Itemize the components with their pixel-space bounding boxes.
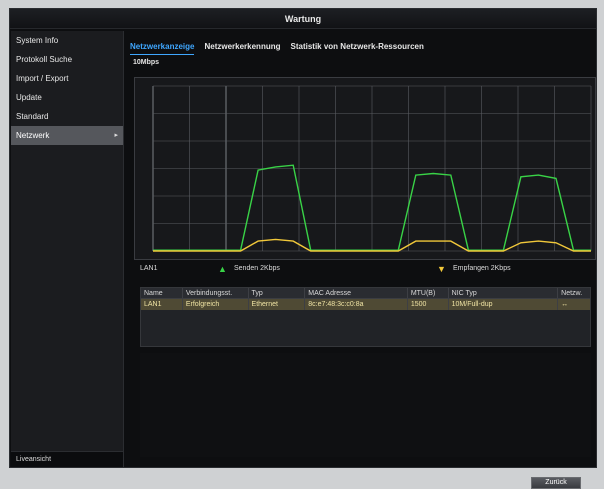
nic-table: Name Verbindungsst. Typ MAC Adresse MTU(… [140,287,591,347]
live-view-button[interactable]: Liveansicht [11,451,123,467]
sidebar: System Info Protokoll Suche Import / Exp… [11,31,124,467]
column-header-mtu: MTU(B) [408,288,449,298]
sidebar-item-label: Netzwerk [16,131,50,140]
sidebar-item-system-info[interactable]: System Info [11,31,123,50]
main-panel: Netzwerkanzeige Netzwerkerkennung Statis… [128,31,596,489]
column-header-name: Name [141,288,183,298]
table-header: Name Verbindungsst. Typ MAC Adresse MTU(… [141,288,590,299]
column-header-mac: MAC Adresse [305,288,408,298]
tab-network-detection[interactable]: Netzwerkerkennung [204,39,280,55]
cell-network-icon[interactable]: ↔ [558,299,590,310]
cell-nic-type: 10M/Full-dup [449,299,559,310]
cell-mtu: 1500 [408,299,449,310]
chevron-right-icon: ▸ [114,132,118,139]
window-title: Wartung [10,9,596,29]
cell-name: LAN1 [141,299,183,310]
upload-arrow-icon: ▲ [218,264,227,274]
received-rate-label: Empfangen 2Kbps [453,265,511,272]
traffic-chart [134,77,596,260]
column-header-type: Typ [249,288,306,298]
traffic-legend: LAN1 ▲ Senden 2Kbps ▼ Empfangen 2Kbps [140,264,590,277]
sidebar-item-network[interactable]: Netzwerk ▸ [11,126,123,145]
sidebar-item-import-export[interactable]: Import / Export [11,69,123,88]
tab-network-resource-stats[interactable]: Statistik von Netzwerk-Ressourcen [291,39,424,55]
sidebar-item-update[interactable]: Update [11,88,123,107]
column-header-network: Netzw. [561,290,583,297]
cell-type: Ethernet [249,299,306,310]
maintenance-window: Wartung System Info Protokoll Suche Impo… [9,8,597,489]
table-row[interactable]: LAN1 Erfolgreich Ethernet 8c:e7:48:3c:c0… [141,299,590,310]
column-header-status: Verbindungsst. [183,288,249,298]
back-button[interactable]: Zurück [531,477,581,489]
sent-rate-label: Senden 2Kbps [234,265,280,272]
sidebar-item-log-search[interactable]: Protokoll Suche [11,50,123,69]
tab-bar: Netzwerkanzeige Netzwerkerkennung Statis… [130,39,424,55]
empty-panel-area [140,353,591,457]
interface-label: LAN1 [140,265,158,272]
cell-status: Erfolgreich [183,299,249,310]
download-arrow-icon: ▼ [437,264,446,274]
rate-scale-label: 10Mbps [133,59,160,66]
traffic-chart-svg [152,85,592,252]
cell-mac: 8c:e7:48:3c:c0:8a [305,299,408,310]
column-header-nic-type: NIC Typ [449,288,559,298]
sidebar-item-default[interactable]: Standard [11,107,123,126]
tab-network-display[interactable]: Netzwerkanzeige [130,39,195,55]
